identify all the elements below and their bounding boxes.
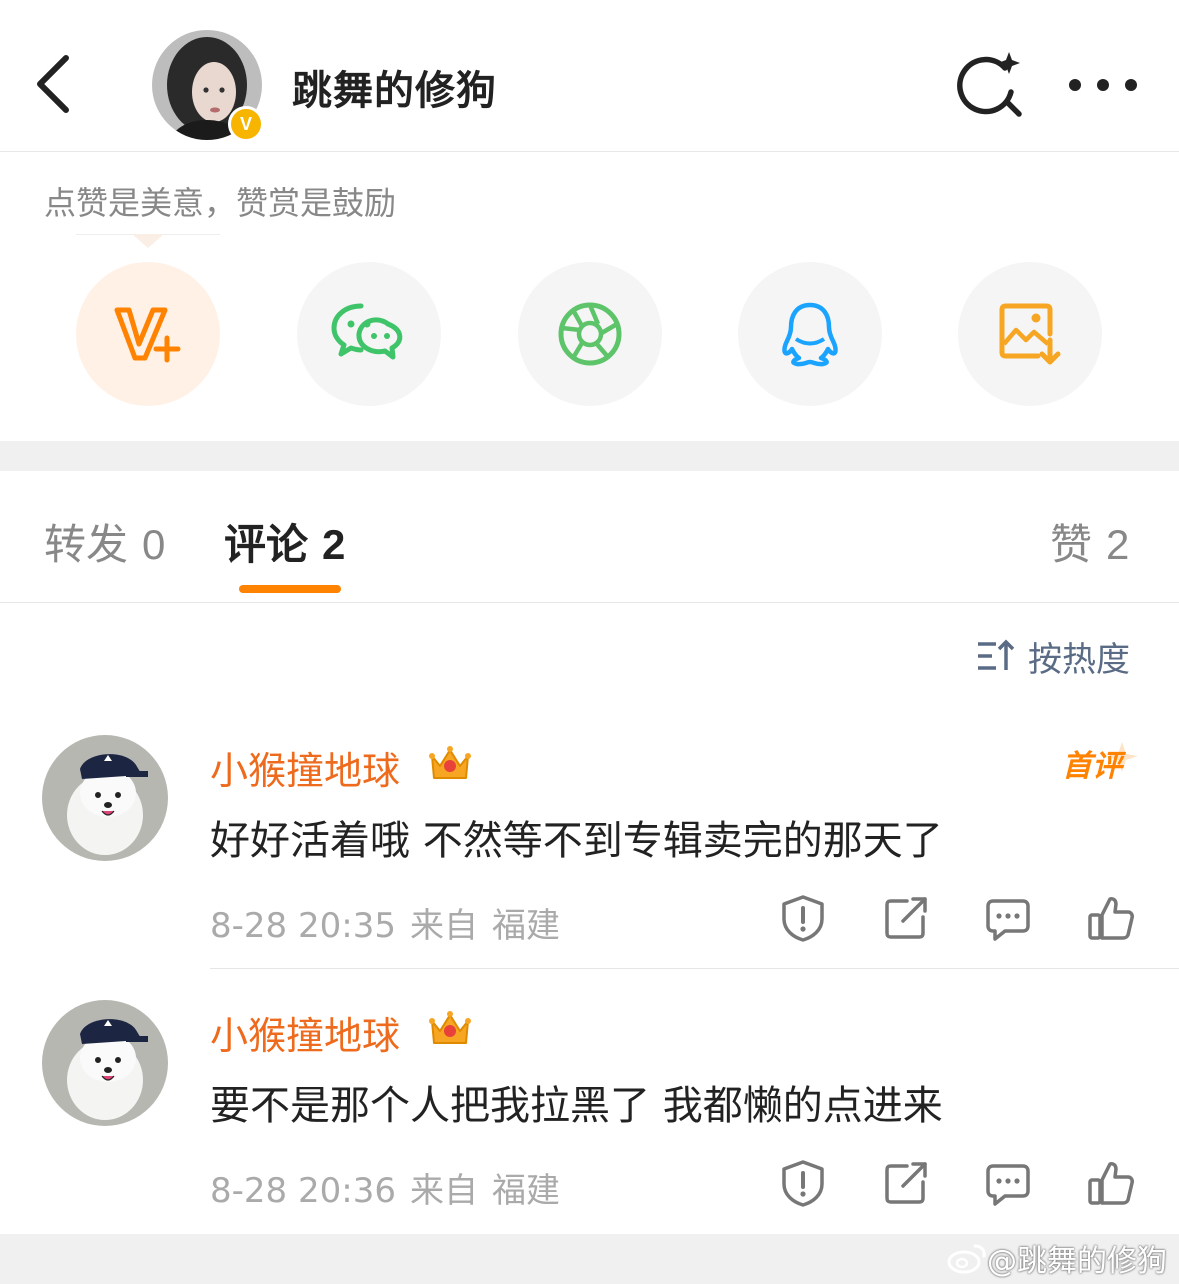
comment-text: 好好活着哦 不然等不到专辑卖完的那天了 xyxy=(210,818,943,864)
tab-reposts-label: 转发 xyxy=(44,520,129,569)
tab-reposts[interactable]: 转发 0 xyxy=(44,511,165,572)
back-button[interactable] xyxy=(30,50,80,120)
chevron-left-icon xyxy=(37,55,69,113)
tab-comments-count: 2 xyxy=(322,521,346,568)
moments-icon xyxy=(558,302,622,366)
comment-text: 要不是那个人把我拉黑了 我都懒的点进来 xyxy=(210,1083,943,1129)
more-dots-icon xyxy=(1069,79,1137,91)
comment-time: 8-28 20:36 xyxy=(210,1171,396,1211)
watermark-text: @跳舞的修狗 xyxy=(987,1244,1167,1279)
dog-avatar-image xyxy=(42,1000,168,1126)
wechat-icon xyxy=(331,303,403,360)
tip-arrow xyxy=(132,234,164,248)
like-icon[interactable] xyxy=(1086,1158,1136,1208)
comment-source-prefix: 来自 xyxy=(409,1171,478,1211)
tab-likes-count: 2 xyxy=(1106,521,1130,568)
reward-prompt: 点赞是美意，赞赏是鼓励 xyxy=(44,184,397,222)
comment-location: 福建 xyxy=(491,1171,560,1211)
search-button[interactable] xyxy=(955,50,1025,120)
report-icon[interactable] xyxy=(778,1158,828,1208)
tab-likes[interactable]: 赞2 xyxy=(1050,511,1129,572)
top-bar: V 跳舞的修狗 xyxy=(0,0,1179,152)
verified-badge: V xyxy=(228,106,264,142)
share-qq-button[interactable] xyxy=(738,262,882,406)
tab-likes-label: 赞 xyxy=(1050,520,1093,569)
share-icon[interactable] xyxy=(881,893,931,943)
search-sparkle-icon xyxy=(957,52,1022,117)
comment-meta: 8-28 20:35 来自 福建 xyxy=(210,898,574,947)
vip-crown-icon xyxy=(429,1011,471,1044)
active-tab-indicator xyxy=(239,585,341,593)
sort-button[interactable]: 按热度 xyxy=(976,634,1130,680)
vip-crown-icon xyxy=(429,746,471,779)
commenter-avatar[interactable] xyxy=(42,1000,168,1126)
share-moments-button[interactable] xyxy=(518,262,662,406)
save-image-icon xyxy=(999,303,1061,365)
more-button[interactable] xyxy=(1065,70,1141,100)
reply-icon[interactable] xyxy=(983,893,1033,943)
commenter-name[interactable]: 小猴撞地球 xyxy=(210,740,400,795)
qq-icon xyxy=(782,302,838,367)
first-comment-label: 首评 xyxy=(1062,749,1127,784)
tab-comments-label: 评论 xyxy=(224,520,309,569)
author-name[interactable]: 跳舞的修狗 xyxy=(292,58,497,116)
weibo-watermark: @跳舞的修狗 xyxy=(947,1236,1167,1280)
dog-avatar-image xyxy=(42,735,168,861)
comment-time: 8-28 20:35 xyxy=(210,906,396,946)
comment-location: 福建 xyxy=(491,906,560,946)
report-icon[interactable] xyxy=(778,893,828,943)
comment-source-prefix: 来自 xyxy=(409,906,478,946)
first-comment-badge: 首评 xyxy=(1062,742,1138,784)
comment-divider xyxy=(210,968,1179,969)
commenter-avatar[interactable] xyxy=(42,735,168,861)
share-wechat-button[interactable] xyxy=(297,262,441,406)
share-vplus-button[interactable] xyxy=(76,262,220,406)
v-plus-icon xyxy=(114,307,181,363)
comment-meta: 8-28 20:36 来自 福建 xyxy=(210,1163,574,1212)
sort-label: 按热度 xyxy=(1028,639,1130,680)
tab-reposts-count: 0 xyxy=(142,521,166,568)
section-separator xyxy=(0,441,1179,471)
like-icon[interactable] xyxy=(1086,893,1136,943)
share-icon[interactable] xyxy=(881,1158,931,1208)
share-row xyxy=(0,262,1179,407)
tab-comments[interactable]: 评论 2 xyxy=(224,511,345,572)
author-avatar[interactable]: V xyxy=(152,30,264,142)
share-save-image-button[interactable] xyxy=(958,262,1102,406)
weibo-logo-icon xyxy=(947,1244,986,1274)
sort-icon xyxy=(978,639,1015,670)
tab-bar: 转发 0 评论 2 赞2 xyxy=(0,471,1179,603)
reply-icon[interactable] xyxy=(983,1158,1033,1208)
commenter-name[interactable]: 小猴撞地球 xyxy=(210,1005,400,1060)
